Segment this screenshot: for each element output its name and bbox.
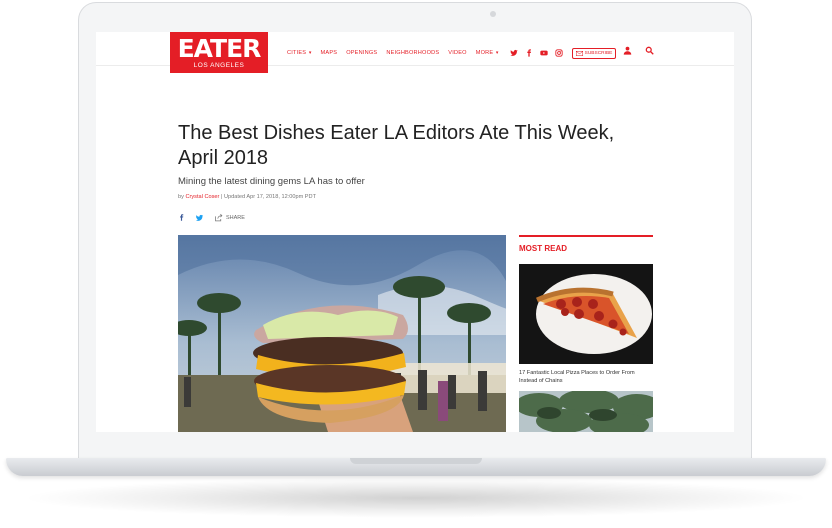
hero-image-burger <box>178 235 506 432</box>
facebook-icon[interactable] <box>525 49 533 57</box>
chevron-down-icon: ▾ <box>494 50 499 56</box>
nav-item-openings[interactable]: OPENINGS <box>346 50 377 56</box>
share-label[interactable]: SHARE <box>226 215 245 221</box>
pizza-photo <box>519 264 653 364</box>
article-dek: Mining the latest dining gems LA has to … <box>178 176 365 187</box>
facebook-icon[interactable] <box>178 213 185 222</box>
camera <box>490 11 496 17</box>
nav-item-video[interactable]: VIDEO <box>448 50 466 56</box>
laptop-shadow <box>20 478 812 518</box>
most-read-image-trees[interactable] <box>519 391 653 432</box>
nav-item-maps[interactable]: MAPS <box>321 50 338 56</box>
nav-item-more[interactable]: MORE ▾ <box>476 50 499 56</box>
instagram-icon[interactable] <box>555 49 563 57</box>
chevron-down-icon: ▾ <box>307 50 312 56</box>
nav-item-cities[interactable]: CITIES ▾ <box>287 50 312 56</box>
article-byline: by Crystal Coser | Updated Apr 17, 2018,… <box>178 194 316 200</box>
browser-screen: EATER LOS ANGELES CITIES ▾ MAPS OPENINGS… <box>96 32 734 432</box>
most-read-item-caption[interactable]: 17 Fantastic Local Pizza Places to Order… <box>519 369 649 385</box>
logo-wordmark: EATER <box>177 34 262 63</box>
trees-photo <box>519 391 653 432</box>
author-link[interactable]: Crystal Coser <box>185 194 219 200</box>
subscribe-button[interactable]: SUBSCRIBE <box>571 47 617 59</box>
logo-city: LOS ANGELES <box>193 62 245 69</box>
article-headline: The Best Dishes Eater LA Editors Ate Thi… <box>178 122 615 169</box>
most-read-title: MOST READ <box>519 244 567 253</box>
mail-icon <box>575 50 583 56</box>
search-icon[interactable] <box>645 46 654 55</box>
share-icon[interactable] <box>214 213 223 222</box>
share-bar: SHARE <box>178 213 245 222</box>
social-links <box>509 49 563 57</box>
twitter-icon[interactable] <box>509 49 518 57</box>
main-nav: CITIES ▾ MAPS OPENINGS NEIGHBORHOODS VID… <box>287 47 617 59</box>
laptop-notch <box>350 458 482 464</box>
burger-photo <box>178 235 506 432</box>
user-icon[interactable] <box>623 46 632 55</box>
twitter-icon[interactable] <box>195 214 204 222</box>
most-read-image-pizza[interactable] <box>519 264 653 364</box>
youtube-icon[interactable] <box>539 49 548 57</box>
eater-logo[interactable]: EATER LOS ANGELES <box>170 32 268 73</box>
updated-timestamp: Updated Apr 17, 2018, 12:00pm PDT <box>223 194 316 200</box>
most-read-sidebar: MOST READ 17 Fantastic Local Pizza Place… <box>519 235 653 432</box>
divider <box>519 235 653 237</box>
nav-item-neighborhoods[interactable]: NEIGHBORHOODS <box>386 50 439 56</box>
